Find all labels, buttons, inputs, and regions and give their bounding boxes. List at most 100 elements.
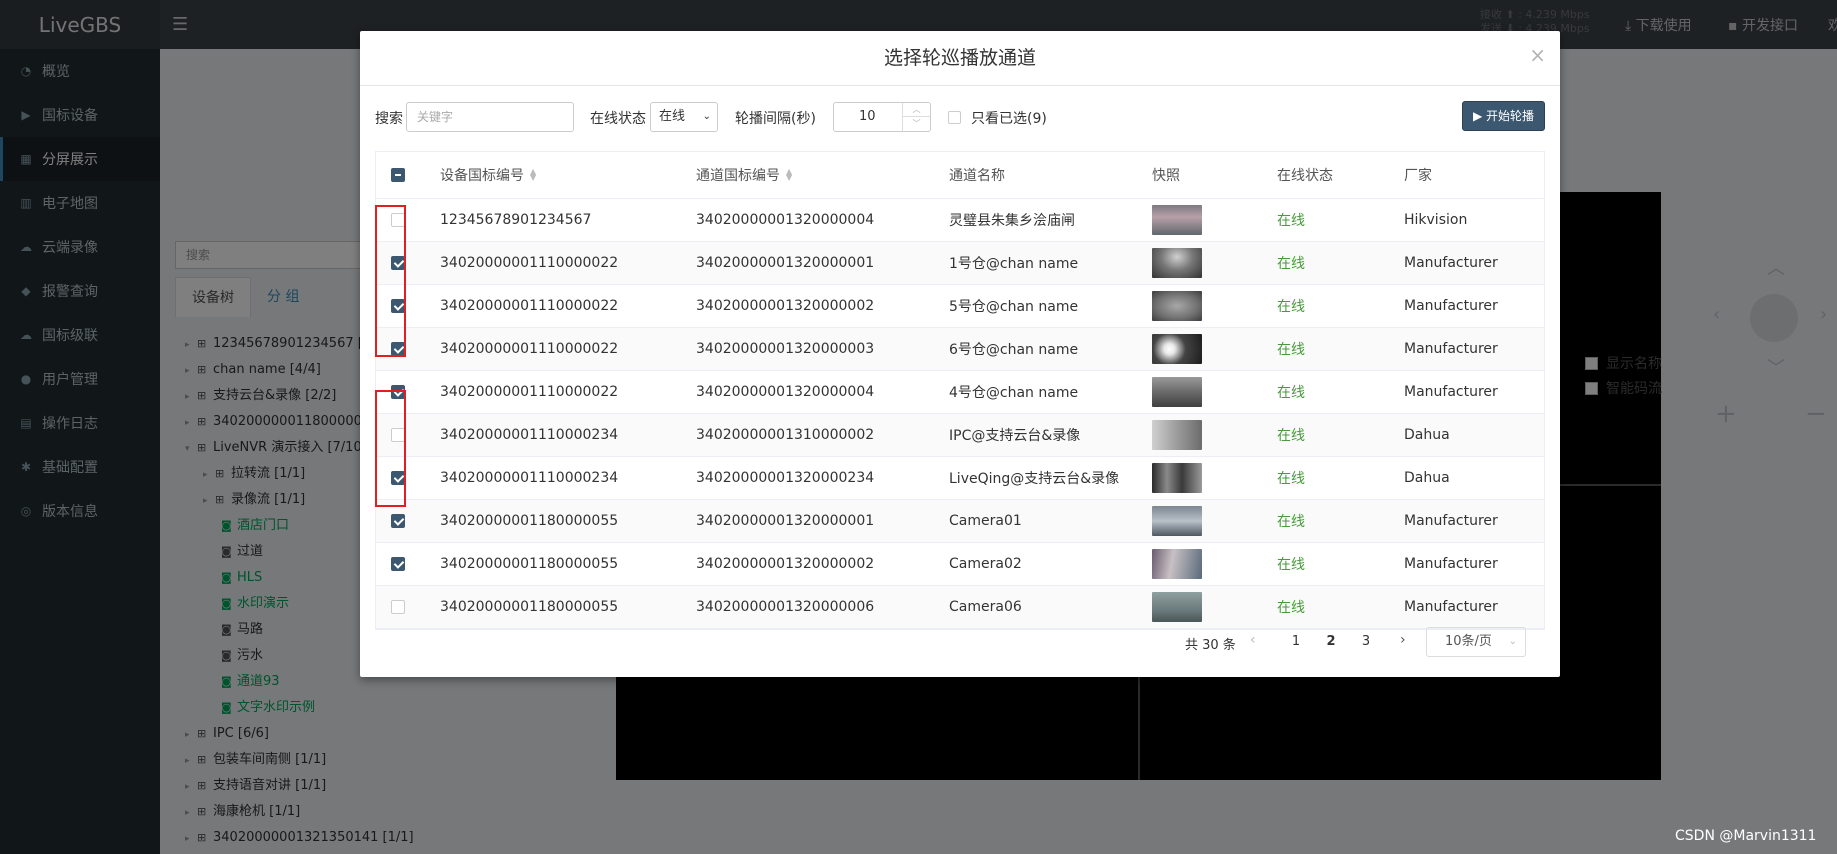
status-label: 在线状态 [590,111,646,127]
next-page-icon[interactable]: › [1400,632,1406,648]
cell-channel-name: 5号仓@chan name [949,299,1079,315]
cell-channel-name: IPC@支持云台&录像 [949,428,1081,444]
cell-vendor: Manufacturer [1404,298,1498,314]
highlight-box-2 [375,390,406,507]
cell-snapshot [1152,371,1202,413]
watermark: CSDN @Marvin1311 [1675,828,1817,844]
interval-value[interactable]: 10 [859,109,876,124]
snapshot-thumbnail[interactable] [1152,377,1202,407]
header-status: 在线状态 [1277,168,1333,184]
cell-device-id: 12345678901234567 [440,212,592,228]
cell-channel-id: 34020000001310000002 [696,427,875,443]
snapshot-thumbnail[interactable] [1152,420,1202,450]
select-all-checkbox[interactable] [391,168,405,182]
only-selected-toggle[interactable]: 只看已选(9) [948,108,1047,128]
cell-channel-id: 34020000001320000004 [696,212,875,228]
snapshot-thumbnail[interactable] [1152,205,1202,235]
row-checkbox-cell [391,543,405,585]
header-device-id-label: 设备国标编号 [440,168,524,184]
row-checkbox[interactable] [391,557,405,571]
chevron-down-icon: ⌄ [1508,636,1517,647]
cell-snapshot [1152,199,1202,241]
table-header-row: 设备国标编号 ▲ ▼ 通道国标编号 ▲ ▼ 通道名称 快照 在线状态 厂家 [376,152,1544,199]
status-select-value: 在线 [659,109,686,124]
cell-channel-id: 34020000001320000002 [696,298,875,314]
status-select[interactable]: 在线 ⌄ [650,102,718,132]
cell-status: 在线 [1277,385,1305,401]
interval-stepper[interactable]: 10 ︿ ﹀ [833,102,931,132]
row-checkbox[interactable] [391,514,405,528]
cell-channel-name: LiveQing@支持云台&录像 [949,471,1120,487]
snapshot-thumbnail[interactable] [1152,334,1202,364]
page-3[interactable]: 3 [1356,634,1376,649]
table-row[interactable]: 12345678901234567 34020000001320000004 灵璧县… [376,199,1544,242]
page-2-current[interactable]: 2 [1321,634,1341,649]
table-row[interactable]: 34020000001110000022 34020000001320000004… [376,371,1544,414]
table-row[interactable]: 34020000001110000022 34020000001320000003… [376,328,1544,371]
cell-vendor: Dahua [1404,470,1450,486]
cell-channel-id: 34020000001320000004 [696,384,875,400]
snapshot-thumbnail[interactable] [1152,248,1202,278]
row-checkbox[interactable] [391,600,405,614]
header-channel-id-label: 通道国标编号 [696,168,780,184]
snapshot-thumbnail[interactable] [1152,291,1202,321]
table-row[interactable]: 34020000001110000234 34020000001310000002… [376,414,1544,457]
cell-status: 在线 [1277,342,1305,358]
row-checkbox-cell [391,586,405,628]
keyword-search-input[interactable] [406,102,574,132]
table-row[interactable]: 34020000001180000055 34020000001320000002… [376,543,1544,586]
modal-title: 选择轮巡播放通道 [360,31,1560,86]
cell-device-id: 34020000001110000234 [440,470,619,486]
cell-vendor: Dahua [1404,427,1450,443]
cell-status: 在线 [1277,428,1305,444]
snapshot-thumbnail[interactable] [1152,506,1202,536]
table-row[interactable]: 34020000001110000022 34020000001320000002… [376,285,1544,328]
start-patrol-button[interactable]: ▶ 开始轮播 [1462,101,1545,131]
cell-device-id: 34020000001110000022 [440,341,619,357]
cell-device-id: 34020000001110000234 [440,427,619,443]
table-row[interactable]: 34020000001110000234 34020000001320000234… [376,457,1544,500]
table-row[interactable]: 34020000001180000055 34020000001320000001… [376,500,1544,543]
snapshot-thumbnail[interactable] [1152,463,1202,493]
cell-snapshot [1152,586,1202,628]
only-selected-label: 只看已选(9) [971,111,1047,127]
sort-icon[interactable]: ▲ ▼ [786,168,794,182]
channel-table: 设备国标编号 ▲ ▼ 通道国标编号 ▲ ▼ 通道名称 快照 在线状态 厂家 123456… [375,151,1545,630]
snapshot-thumbnail[interactable] [1152,549,1202,579]
only-selected-checkbox[interactable] [948,111,961,124]
prev-page-icon[interactable]: ‹ [1250,632,1256,648]
page-size-value: 10条/页 [1445,634,1492,649]
table-row[interactable]: 34020000001110000022 34020000001320000001… [376,242,1544,285]
cell-status: 在线 [1277,256,1305,272]
cell-channel-name: Camera01 [949,513,1022,529]
search-label: 搜索 [375,111,403,127]
cell-channel-name: Camera02 [949,556,1022,572]
snapshot-thumbnail[interactable] [1152,592,1202,622]
header-channel-name: 通道名称 [949,168,1005,184]
cell-status: 在线 [1277,299,1305,315]
cell-channel-id: 34020000001320000003 [696,341,875,357]
close-icon[interactable]: × [1529,43,1546,67]
header-snapshot: 快照 [1152,168,1180,184]
cell-snapshot [1152,414,1202,456]
cell-vendor: Manufacturer [1404,255,1498,271]
header-channel-id[interactable]: 通道国标编号 ▲ ▼ [696,152,794,198]
cell-snapshot [1152,457,1202,499]
cell-vendor: Manufacturer [1404,599,1498,615]
header-device-id[interactable]: 设备国标编号 ▲ ▼ [440,152,538,198]
sort-icon[interactable]: ▲ ▼ [530,168,538,182]
decrement-icon[interactable]: ﹀ [902,117,930,131]
cell-vendor: Manufacturer [1404,513,1498,529]
cell-device-id: 34020000001180000055 [440,556,619,572]
page-size-select[interactable]: 10条/页 ⌄ [1426,627,1526,657]
cell-channel-name: 1号仓@chan name [949,256,1079,272]
cell-vendor: Manufacturer [1404,384,1498,400]
table-row[interactable]: 34020000001180000055 34020000001320000006… [376,586,1544,629]
cell-channel-id: 34020000001320000006 [696,599,875,615]
increment-icon[interactable]: ︿ [902,103,930,117]
cell-vendor: Manufacturer [1404,556,1498,572]
header-vendor: 厂家 [1404,168,1432,184]
page-1[interactable]: 1 [1286,634,1306,649]
cell-channel-id: 34020000001320000001 [696,513,875,529]
cell-vendor: Hikvision [1404,212,1468,228]
